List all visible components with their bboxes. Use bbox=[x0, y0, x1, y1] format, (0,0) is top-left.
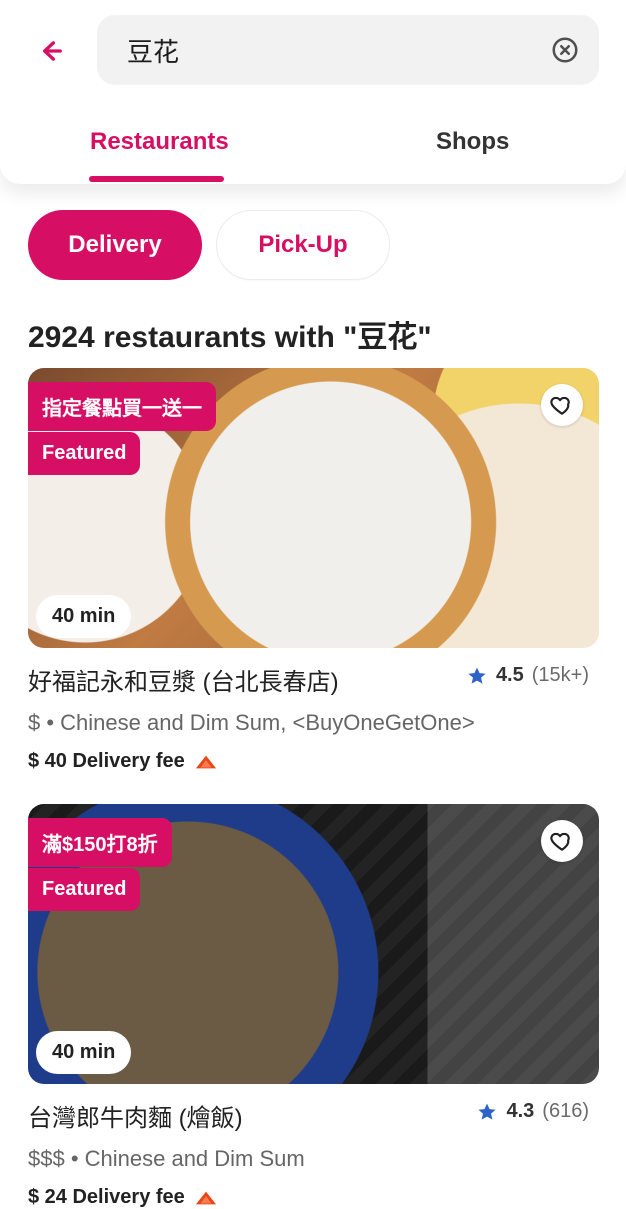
clear-icon bbox=[552, 37, 578, 63]
restaurant-image[interactable]: 滿$150打8折 Featured 40 min bbox=[28, 804, 599, 1084]
rating: 4.5 (15k+) bbox=[466, 664, 589, 687]
delivery-fee-row: $ 40 Delivery fee bbox=[28, 750, 599, 773]
restaurant-image[interactable]: 指定餐點買一送一 Featured 40 min bbox=[28, 368, 599, 648]
search-bar bbox=[97, 15, 599, 85]
star-icon bbox=[468, 667, 486, 684]
restaurant-name: 台灣郎牛肉麵 (燴飯) bbox=[28, 1105, 243, 1132]
promo-tag: 滿$150打8折 bbox=[28, 818, 172, 867]
search-input[interactable] bbox=[125, 33, 550, 67]
heart-icon bbox=[550, 832, 570, 851]
featured-tag: Featured bbox=[28, 432, 141, 475]
rating: 4.3 (616) bbox=[476, 1100, 589, 1123]
tab-shops[interactable]: Shops bbox=[436, 128, 509, 156]
promo-tag: 指定餐點買一送一 bbox=[28, 382, 216, 431]
restaurant-name-row: 好福記永和豆漿 (台北長春店) 4.5 (15k+) bbox=[28, 662, 599, 696]
heart-icon bbox=[550, 396, 570, 415]
delivery-fee-row: $ 24 Delivery fee bbox=[28, 1186, 599, 1209]
filter-chips: Delivery Pick-Up bbox=[0, 184, 626, 314]
surge-icon bbox=[195, 1191, 216, 1204]
clear-search-button[interactable] bbox=[549, 33, 581, 67]
results-title: 2924 restaurants with "豆花" bbox=[28, 321, 432, 354]
tab-restaurants[interactable]: Restaurants bbox=[90, 128, 229, 156]
delivery-time: 40 min bbox=[36, 595, 132, 638]
delivery-time: 40 min bbox=[36, 1031, 132, 1074]
tab-underline bbox=[89, 176, 224, 182]
pickup-chip[interactable]: Pick-Up bbox=[216, 210, 390, 280]
back-button[interactable] bbox=[28, 30, 70, 72]
restaurant-card[interactable]: 滿$150打8折 Featured 40 min 台灣郎牛肉麵 (燴飯) 4.3… bbox=[28, 804, 599, 1209]
surge-icon bbox=[195, 755, 216, 768]
tabs: Restaurants Shops bbox=[0, 118, 626, 184]
restaurant-name: 好福記永和豆漿 (台北長春店) bbox=[28, 669, 339, 696]
rating-count: (15k+) bbox=[531, 664, 589, 686]
delivery-fee: $ 24 Delivery fee bbox=[28, 1186, 185, 1208]
favorite-button[interactable] bbox=[541, 384, 583, 426]
restaurant-card[interactable]: 指定餐點買一送一 Featured 40 min 好福記永和豆漿 (台北長春店)… bbox=[28, 368, 599, 773]
delivery-fee: $ 40 Delivery fee bbox=[28, 750, 185, 772]
restaurant-meta: $ • Chinese and Dim Sum, <BuyOneGetOne> bbox=[28, 710, 475, 735]
top-bar: Restaurants Shops bbox=[0, 0, 626, 184]
favorite-button[interactable] bbox=[541, 820, 583, 862]
restaurant-meta: $$$ • Chinese and Dim Sum bbox=[28, 1146, 305, 1171]
featured-tag: Featured bbox=[28, 868, 141, 911]
delivery-chip[interactable]: Delivery bbox=[28, 210, 202, 280]
arrow-left-icon bbox=[43, 41, 62, 61]
rating-count: (616) bbox=[542, 1100, 589, 1122]
rating-value: 4.3 bbox=[506, 1100, 535, 1122]
restaurant-name-row: 台灣郎牛肉麵 (燴飯) 4.3 (616) bbox=[28, 1098, 599, 1132]
star-icon bbox=[478, 1103, 497, 1120]
rating-value: 4.5 bbox=[495, 664, 524, 686]
